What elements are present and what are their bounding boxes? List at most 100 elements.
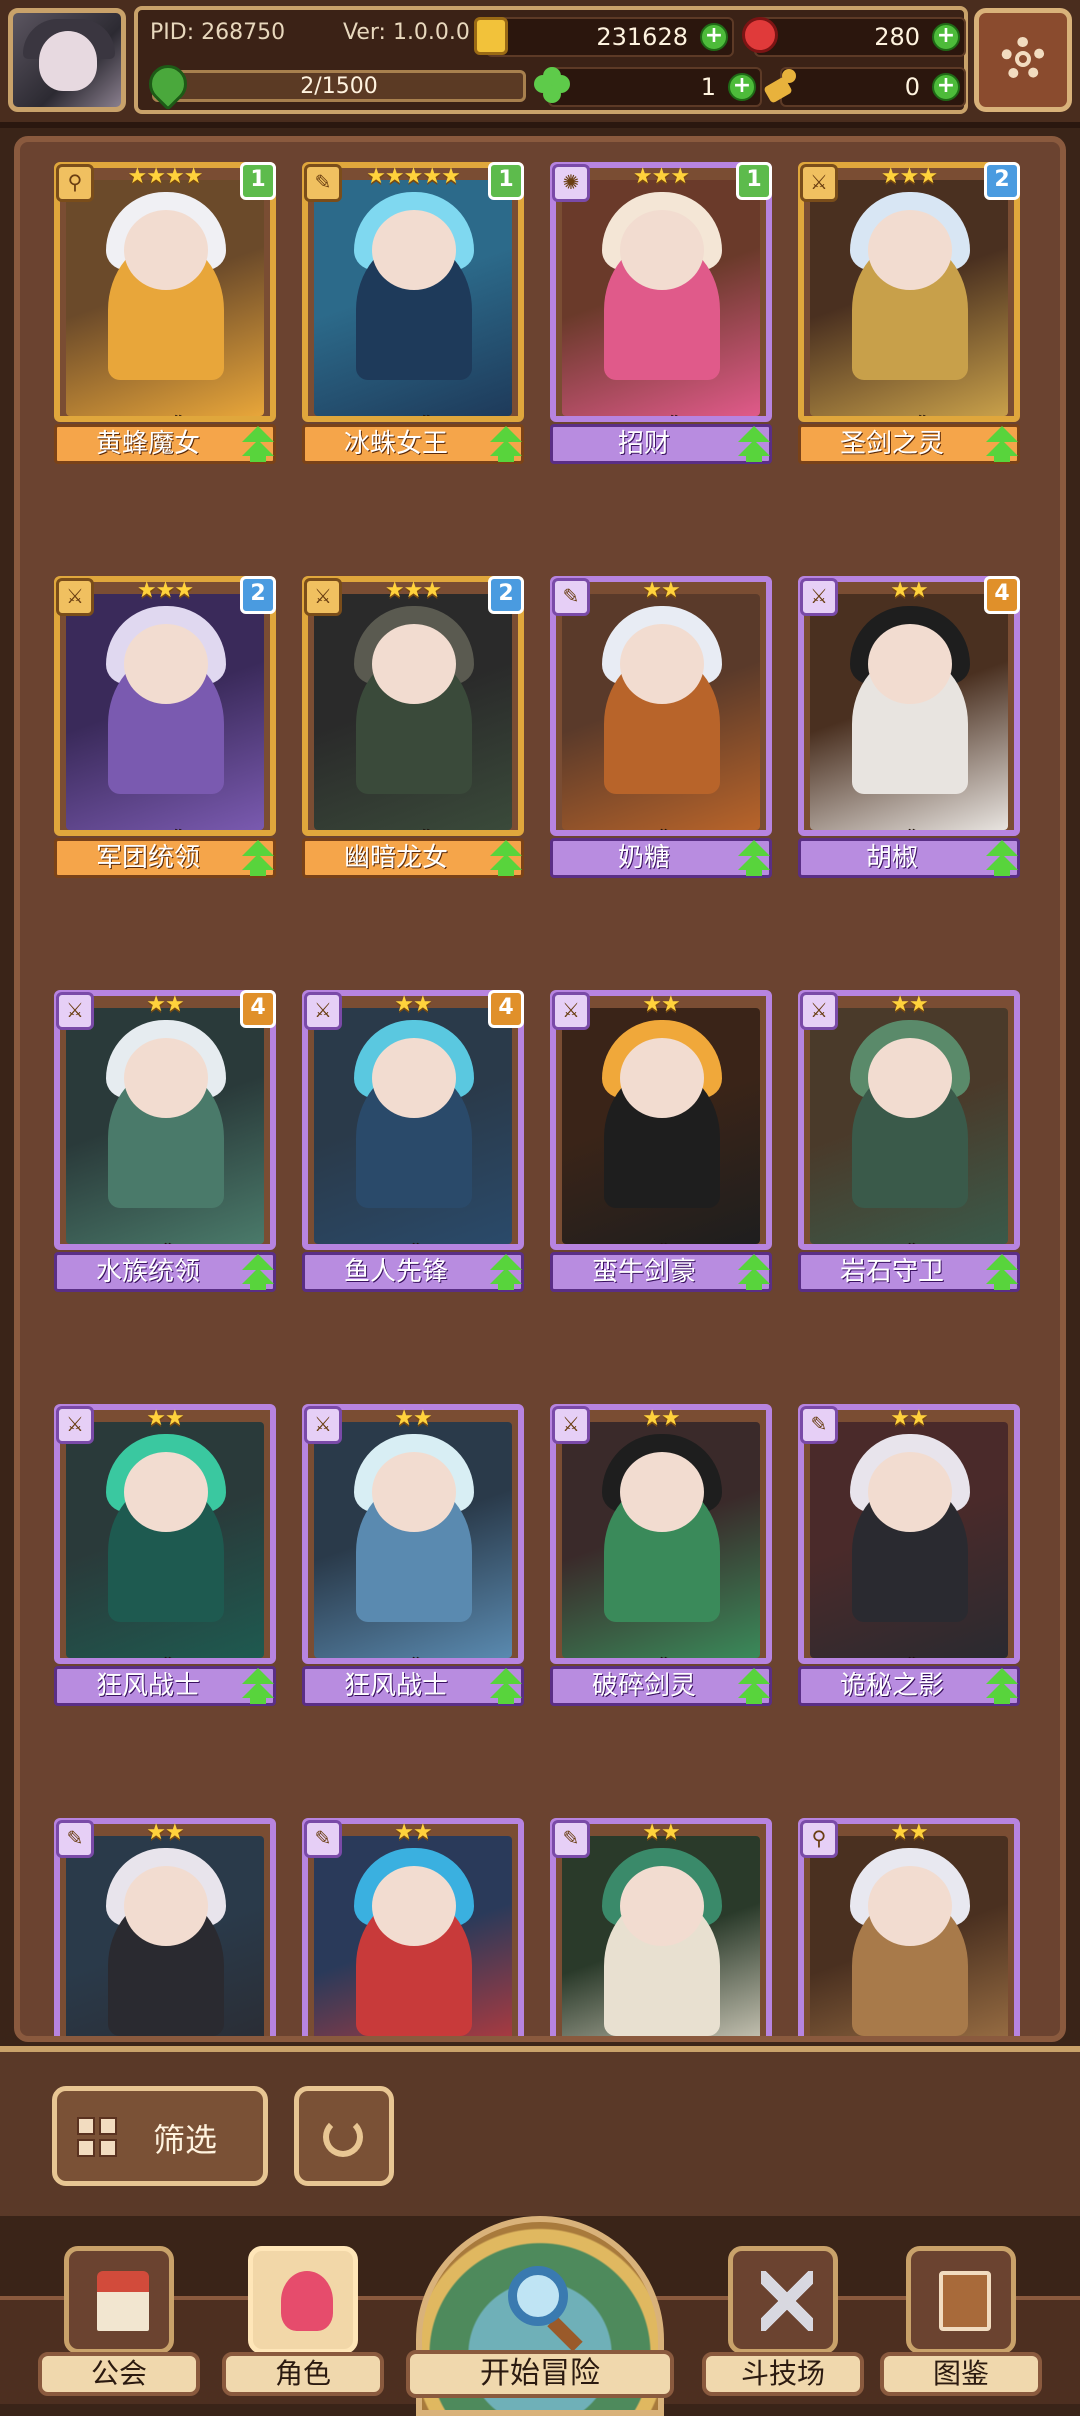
- portrait-face: [124, 210, 208, 290]
- player-avatar[interactable]: [8, 8, 126, 112]
- upgrade-arrow-icon[interactable]: [732, 1666, 776, 1706]
- codex-book-icon: [939, 2271, 991, 2331]
- book-icon: ✎: [552, 1820, 590, 1858]
- character-card[interactable]: 1级 ★★ ✎ 诡秘之影: [798, 1404, 1020, 1706]
- character-portrait: 1级: [66, 1008, 264, 1244]
- nav-guild[interactable]: 公会: [54, 2246, 184, 2396]
- character-card[interactable]: 1级 ★★ ⚲ 啵啵: [798, 1818, 1020, 2042]
- count-badge: 2: [488, 576, 524, 614]
- sword-icon: ⚔: [304, 1406, 342, 1444]
- character-portrait: 7级: [562, 594, 760, 830]
- clover-value: 1: [701, 73, 716, 101]
- card-frame: 32级 ★★★★★ ✎ 1: [302, 162, 524, 422]
- top-hud: PID: 268750 Ver: 1.0.0.0 231628 + 280 + …: [0, 0, 1080, 128]
- filter-label: 筛选: [153, 2115, 217, 2161]
- character-grid-panel[interactable]: 26级 ★★★★ ⚲ 1 黄蜂魔女 32级 ★★★★★ ✎ 1 冰蛛女王: [14, 136, 1066, 2042]
- character-card[interactable]: 1级 ★★ ⚔ 4 胡椒: [798, 576, 1020, 878]
- grid-filter-icon: [77, 2117, 117, 2157]
- upgrade-arrow-icon[interactable]: [732, 1252, 776, 1292]
- add-coins-button[interactable]: +: [700, 23, 728, 51]
- grid-controls: 筛选: [0, 2046, 1080, 2222]
- character-card[interactable]: 1级 ★★ ⚔ 4 水族统领: [54, 990, 276, 1292]
- character-card[interactable]: 32级 ★★★★★ ✎ 1 冰蛛女王: [302, 162, 524, 464]
- character-level: 26级: [66, 408, 264, 416]
- upgrade-arrow-icon[interactable]: [236, 424, 280, 464]
- character-card[interactable]: 36级 ★★★ ⚔ 2 圣剑之灵: [798, 162, 1020, 464]
- character-card[interactable]: 1级 ★★ ⚔ 狂风战士: [302, 1404, 524, 1706]
- character-card[interactable]: 1级 ★★ ⚔ 破碎剑灵: [550, 1404, 772, 1706]
- nav-adventure[interactable]: 开始冒险: [416, 2216, 664, 2400]
- upgrade-arrow-icon[interactable]: [732, 838, 776, 878]
- count-badge: 1: [240, 162, 276, 200]
- upgrade-arrow-icon[interactable]: [980, 1666, 1024, 1706]
- book-icon: ✎: [304, 1820, 342, 1858]
- upgrade-arrow-icon[interactable]: [236, 838, 280, 878]
- sword-icon: ⚔: [304, 992, 342, 1030]
- character-card[interactable]: 1级 ★★ ✎ 娜迦射手: [550, 1818, 772, 2042]
- character-level: 36级: [810, 408, 1008, 416]
- portrait-face: [868, 1452, 952, 1532]
- upgrade-arrow-icon[interactable]: [980, 424, 1024, 464]
- nav-role-label: 角色: [222, 2352, 384, 2396]
- count-badge: 4: [488, 990, 524, 1028]
- character-card[interactable]: 1级 ★★ ⚔ 4 鱼人先锋: [302, 990, 524, 1292]
- player-id: PID: 268750: [150, 20, 285, 45]
- character-face-icon: [281, 2271, 333, 2331]
- character-portrait: 1级: [314, 1422, 512, 1658]
- reset-filter-button[interactable]: [294, 2086, 394, 2186]
- guild-icon-box: [64, 2246, 174, 2354]
- game-version: Ver: 1.0.0.0: [343, 20, 470, 45]
- add-gems-button[interactable]: +: [932, 23, 960, 51]
- character-card[interactable]: 1级 ★★ ⚔ 狂风战士: [54, 1404, 276, 1706]
- character-portrait: 36级: [810, 180, 1008, 416]
- portrait-face: [124, 624, 208, 704]
- count-badge: 1: [488, 162, 524, 200]
- nav-codex[interactable]: 图鉴: [896, 2246, 1026, 2396]
- avatar-face: [39, 31, 97, 91]
- sword-icon: ⚔: [56, 578, 94, 616]
- character-level: 1级: [810, 1650, 1008, 1658]
- character-card[interactable]: 1级 ★★ ✎ 狼灵射手: [302, 1818, 524, 2042]
- card-frame: 7级 ★★ ✎: [550, 576, 772, 836]
- upgrade-arrow-icon[interactable]: [484, 1666, 528, 1706]
- portrait-face: [124, 1452, 208, 1532]
- character-card[interactable]: 38级 ★★★ ✺ 1 招财: [550, 162, 772, 464]
- character-card[interactable]: 11级 ★★★ ⚔ 2 军团统领: [54, 576, 276, 878]
- upgrade-arrow-icon[interactable]: [236, 1252, 280, 1292]
- character-card[interactable]: 26级 ★★★★ ⚲ 1 黄蜂魔女: [54, 162, 276, 464]
- character-card[interactable]: 10级 ★★★ ⚔ 2 幽暗龙女: [302, 576, 524, 878]
- upgrade-arrow-icon[interactable]: [484, 838, 528, 878]
- nav-codex-label: 图鉴: [880, 2352, 1042, 2396]
- gem-counter: 280 +: [754, 17, 966, 57]
- character-card[interactable]: 1级 ★★ ⚔ 岩石守卫: [798, 990, 1020, 1292]
- upgrade-arrow-icon[interactable]: [980, 1252, 1024, 1292]
- character-portrait: 1级: [810, 1422, 1008, 1658]
- upgrade-arrow-icon[interactable]: [732, 424, 776, 464]
- add-keys-button[interactable]: +: [932, 73, 960, 101]
- arena-icon-box: [728, 2246, 838, 2354]
- upgrade-arrow-icon[interactable]: [236, 1666, 280, 1706]
- portrait-face: [620, 210, 704, 290]
- settings-button[interactable]: [974, 8, 1072, 112]
- nav-role[interactable]: 角色: [238, 2246, 368, 2396]
- character-card[interactable]: 1级 ★★ ✎ 诡秘之影: [54, 1818, 276, 2042]
- upgrade-arrow-icon[interactable]: [980, 838, 1024, 878]
- hud-row-top: PID: 268750 Ver: 1.0.0.0 231628 + 280 +: [138, 12, 964, 60]
- card-frame: 1级 ★★ ⚔: [550, 1404, 772, 1664]
- character-card[interactable]: 1级 ★★ ⚔ 蛮牛剑豪: [550, 990, 772, 1292]
- character-card[interactable]: 7级 ★★ ✎ 奶糖: [550, 576, 772, 878]
- experience-text: 2/1500: [155, 74, 523, 99]
- card-frame: 26级 ★★★★ ⚲ 1: [54, 162, 276, 422]
- count-badge: 2: [984, 162, 1020, 200]
- upgrade-arrow-icon[interactable]: [484, 1252, 528, 1292]
- character-portrait: 10级: [314, 594, 512, 830]
- portrait-face: [868, 210, 952, 290]
- add-clover-button[interactable]: +: [728, 73, 756, 101]
- character-portrait: 1级: [810, 1836, 1008, 2042]
- nav-arena[interactable]: 斗技场: [718, 2246, 848, 2396]
- portrait-face: [620, 1452, 704, 1532]
- portrait-face: [372, 624, 456, 704]
- upgrade-arrow-icon[interactable]: [484, 424, 528, 464]
- filter-button[interactable]: 筛选: [52, 2086, 268, 2186]
- sword-icon: ⚔: [800, 164, 838, 202]
